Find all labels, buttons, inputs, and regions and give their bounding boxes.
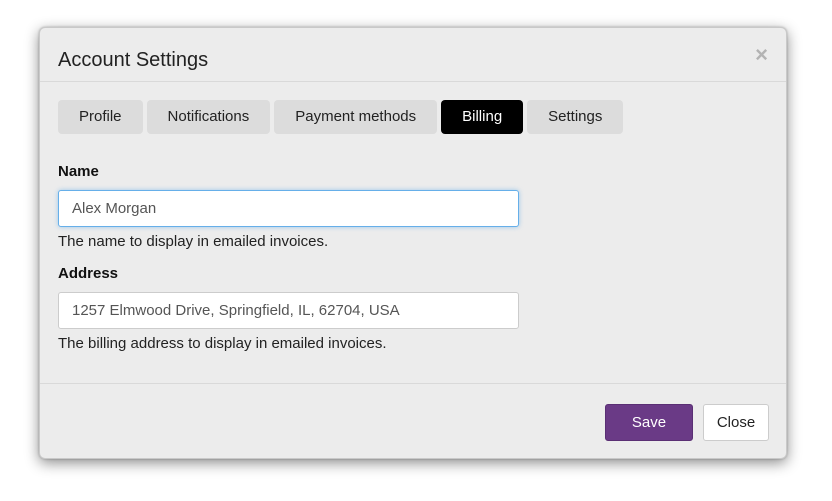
tab-bar: Profile Notifications Payment methods Bi… (58, 100, 624, 134)
account-settings-dialog: Account Settings × Profile Notifications… (39, 27, 787, 459)
close-button[interactable]: Close (703, 404, 769, 441)
tab-profile[interactable]: Profile (58, 100, 143, 134)
address-label: Address (58, 265, 119, 282)
name-input[interactable] (58, 190, 519, 227)
save-button[interactable]: Save (605, 404, 693, 441)
address-help-text: The billing address to display in emaile… (58, 335, 387, 352)
address-input[interactable] (58, 292, 519, 329)
tab-billing[interactable]: Billing (441, 100, 524, 134)
dialog-title: Account Settings (58, 49, 209, 71)
dialog-header: Account Settings × (40, 28, 786, 82)
name-label: Name (58, 163, 99, 180)
dialog-footer: Save Close (40, 383, 786, 458)
tab-notifications[interactable]: Notifications (146, 100, 271, 134)
tab-settings[interactable]: Settings (527, 100, 624, 134)
tab-payment-methods[interactable]: Payment methods (274, 100, 438, 134)
name-help-text: The name to display in emailed invoices. (58, 233, 329, 250)
close-icon[interactable]: × (755, 44, 768, 66)
